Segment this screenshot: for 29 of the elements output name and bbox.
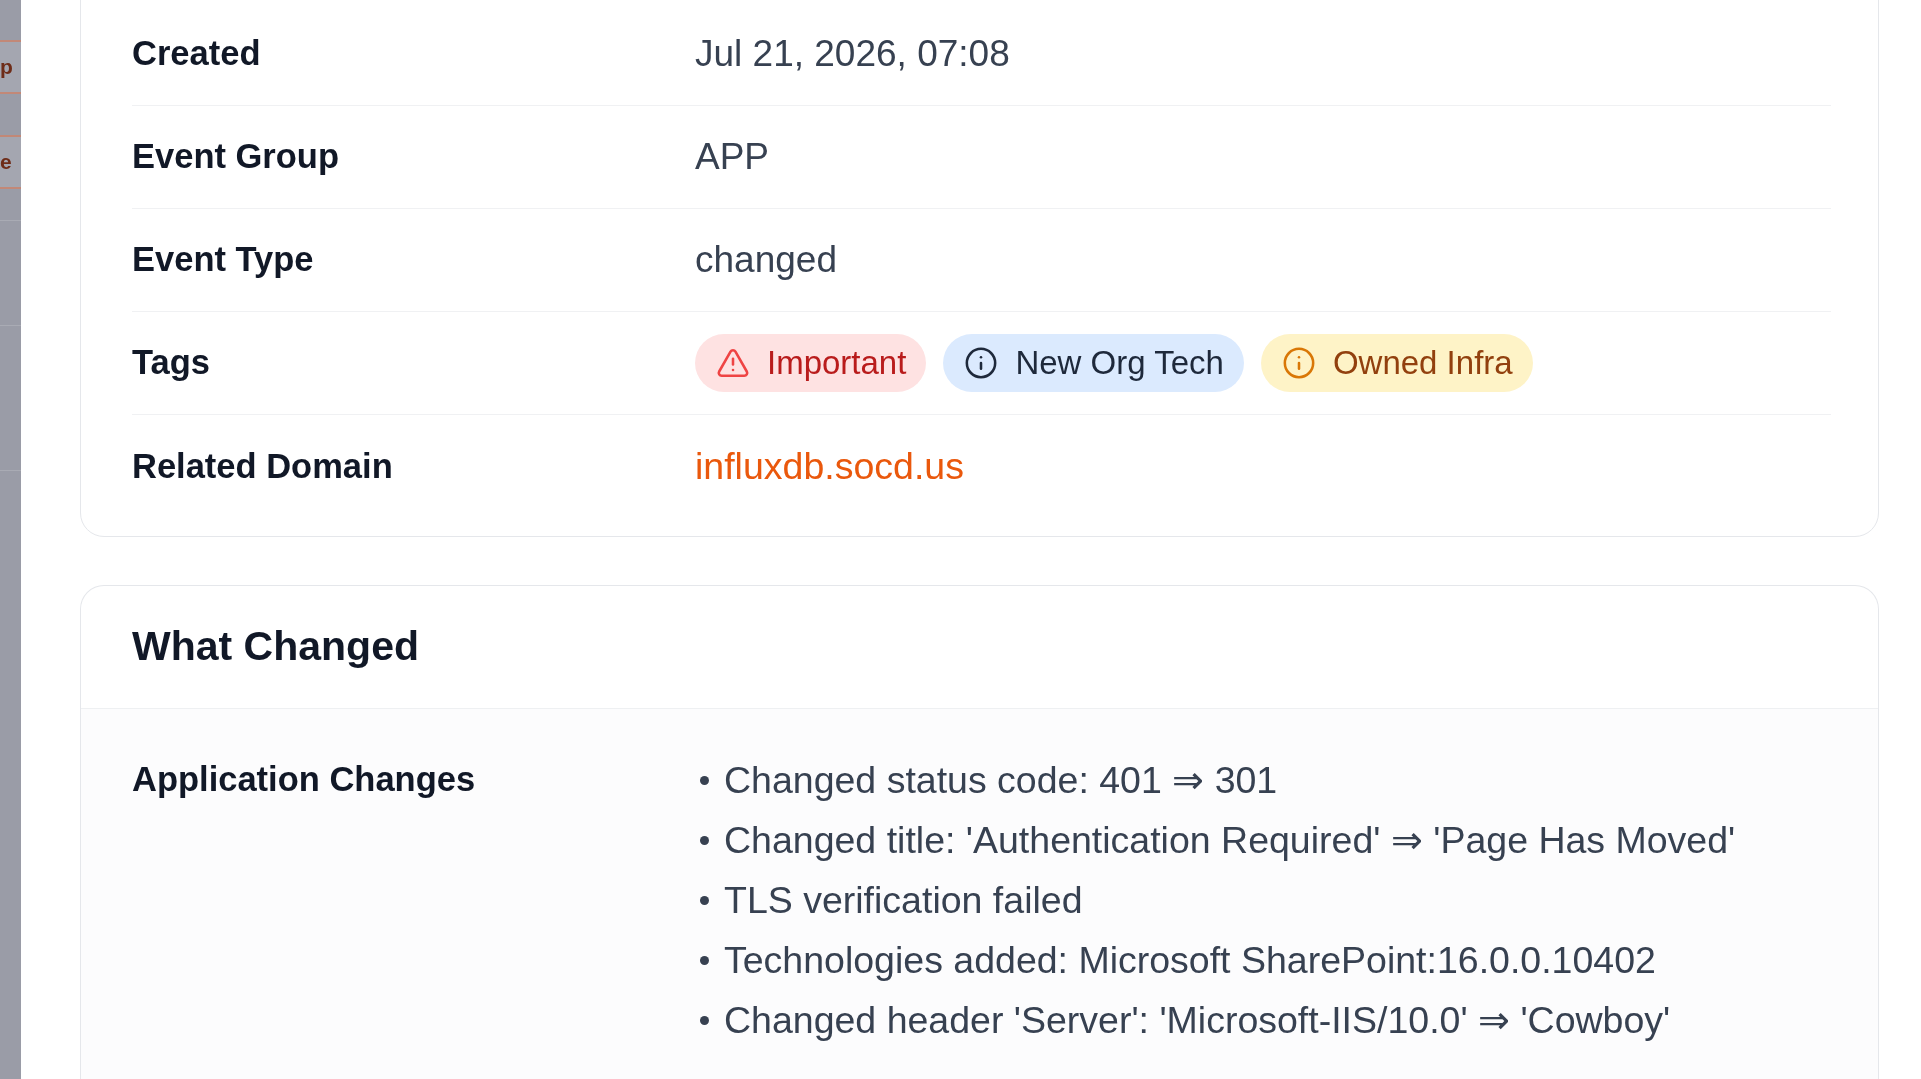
tag-label: Owned Infra: [1332, 343, 1513, 384]
info-icon: [1281, 346, 1316, 380]
change-item: TLS verification failed: [724, 877, 1083, 923]
bullet-icon: [700, 775, 709, 785]
bullet-icon: [700, 955, 709, 965]
tab[interactable]: p: [0, 40, 21, 94]
warning-icon: [716, 346, 750, 380]
bullet-icon: [700, 1015, 709, 1025]
field-label: Application Changes: [132, 759, 476, 801]
tab[interactable]: e: [0, 135, 21, 189]
change-item: Changed status code: 401 ⇒ 301: [724, 757, 1278, 803]
field-value: changed: [695, 238, 837, 283]
domain-link[interactable]: influxdb.socd.us: [695, 438, 964, 495]
field-label: Event Type: [132, 239, 315, 281]
tag-label: Important: [767, 343, 907, 384]
change-item: Technologies added: Microsoft SharePoint:16.0.0.10402: [724, 937, 1656, 983]
field-label: Created: [132, 33, 262, 75]
field-value: Jul 21, 2026, 07:08: [695, 32, 1010, 77]
section-title: What Changed: [132, 622, 419, 672]
change-item: Changed title: 'Authentication Required' ⇒ 'Page Has Moved': [724, 817, 1736, 863]
field-label: Event Group: [132, 136, 341, 178]
bullet-icon: [700, 895, 709, 905]
tag-label: New Org Tech: [1015, 343, 1224, 384]
bullet-icon: [700, 835, 709, 845]
field-value: APP: [695, 135, 770, 180]
change-item: Changed header 'Server': 'Microsoft-IIS/10.0' ⇒ 'Cowboy': [724, 997, 1671, 1043]
field-label: Tags: [132, 342, 211, 384]
field-label: Related Domain: [132, 445, 394, 487]
info-icon: [964, 346, 999, 380]
